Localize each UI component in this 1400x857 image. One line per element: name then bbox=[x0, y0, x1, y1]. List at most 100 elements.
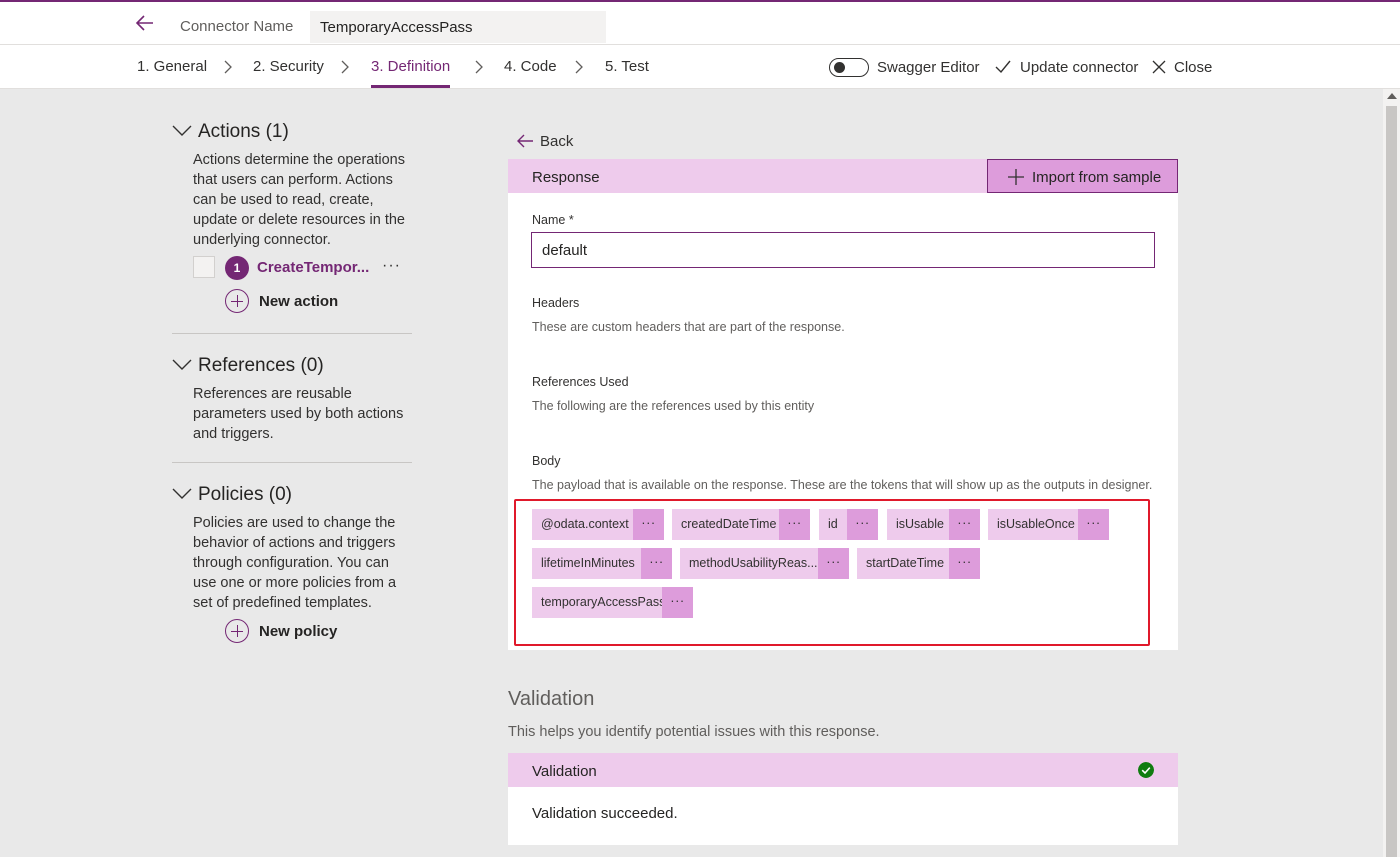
back-arrow-icon[interactable] bbox=[134, 12, 156, 34]
action-select-checkbox[interactable] bbox=[193, 256, 215, 278]
response-card: Response Import from sample Name * Heade… bbox=[508, 159, 1178, 650]
body-token-label: temporaryAccessPass bbox=[541, 595, 666, 609]
checkmark-icon bbox=[995, 60, 1011, 74]
connector-name-label: Connector Name bbox=[180, 18, 294, 35]
body-token[interactable]: startDateTime ··· bbox=[857, 548, 980, 579]
connector-name-input[interactable] bbox=[310, 11, 606, 43]
body-token[interactable]: lifetimeInMinutes ··· bbox=[532, 548, 672, 579]
body-token[interactable]: isUsableOnce ··· bbox=[988, 509, 1109, 540]
body-token[interactable]: createdDateTime ··· bbox=[672, 509, 810, 540]
action-item: 1 CreateTempor... ··· bbox=[193, 256, 413, 282]
plus-icon bbox=[1008, 169, 1024, 185]
back-label: Back bbox=[540, 133, 574, 150]
close-icon bbox=[1152, 60, 1166, 74]
import-from-sample-button[interactable]: Import from sample bbox=[987, 159, 1178, 193]
references-section-header[interactable]: References (0) bbox=[172, 355, 412, 379]
headers-help-text: These are custom headers that are part o… bbox=[532, 320, 845, 334]
new-action-button[interactable]: New action bbox=[225, 289, 345, 315]
validation-heading: Validation bbox=[508, 688, 595, 710]
divider bbox=[172, 333, 412, 334]
chevron-right-icon bbox=[575, 60, 583, 74]
policies-title: Policies (0) bbox=[198, 484, 292, 505]
policies-description: Policies are used to change the behavior… bbox=[193, 515, 397, 611]
validation-message: Validation succeeded. bbox=[532, 805, 678, 822]
update-connector-button[interactable]: Update connector bbox=[995, 57, 1138, 79]
chevron-down-icon bbox=[172, 488, 192, 499]
body-token-label: isUsableOnce bbox=[997, 517, 1075, 531]
divider bbox=[172, 462, 412, 463]
body-help-text: The payload that is available on the res… bbox=[532, 478, 1153, 492]
step-definition[interactable]: 3. Definition bbox=[371, 58, 451, 88]
token-more-button[interactable]: ··· bbox=[818, 548, 849, 579]
references-used-help-text: The following are the references used by… bbox=[532, 399, 815, 413]
new-action-label: New action bbox=[259, 293, 339, 310]
body-token[interactable]: methodUsabilityReas... ··· bbox=[680, 548, 849, 579]
body-token-label: @odata.context bbox=[541, 517, 629, 531]
actions-section-header[interactable]: Actions (1) bbox=[172, 121, 412, 145]
top-bar: Connector Name bbox=[0, 0, 1400, 44]
references-used-label: References Used bbox=[532, 375, 629, 389]
check-circle-icon bbox=[1138, 762, 1154, 778]
page-scrollbar[interactable] bbox=[1383, 89, 1400, 857]
chevron-right-icon bbox=[475, 60, 483, 74]
step-test[interactable]: 5. Test bbox=[605, 58, 649, 75]
close-label: Close bbox=[1174, 59, 1213, 76]
headers-label: Headers bbox=[532, 296, 580, 310]
token-more-button[interactable]: ··· bbox=[641, 548, 672, 579]
swagger-editor-toggle[interactable] bbox=[829, 58, 869, 77]
new-policy-button[interactable]: New policy bbox=[225, 619, 345, 645]
chevron-down-icon bbox=[172, 125, 192, 136]
close-button[interactable]: Close bbox=[1152, 57, 1212, 79]
body-token-label: isUsable bbox=[896, 517, 944, 531]
step-general[interactable]: 1. General bbox=[137, 58, 207, 75]
body-token-label: createdDateTime bbox=[681, 517, 777, 531]
token-more-button[interactable]: ··· bbox=[633, 509, 664, 540]
action-name-link[interactable]: CreateTempor... bbox=[257, 259, 369, 276]
step-security[interactable]: 2. Security bbox=[253, 58, 324, 75]
token-more-button[interactable]: ··· bbox=[779, 509, 810, 540]
validation-card-title: Validation bbox=[532, 763, 597, 780]
swagger-editor-label: Swagger Editor bbox=[877, 59, 980, 76]
body-token-label: methodUsabilityReas... bbox=[689, 556, 818, 570]
add-circle-icon bbox=[225, 289, 249, 313]
references-title: References (0) bbox=[198, 355, 324, 376]
references-section: References (0) References are reusable p… bbox=[172, 355, 412, 445]
new-policy-label: New policy bbox=[259, 623, 338, 640]
token-more-button[interactable]: ··· bbox=[847, 509, 878, 540]
actions-description: Actions determine the operations that us… bbox=[193, 152, 405, 248]
action-more-button[interactable]: ··· bbox=[382, 257, 401, 275]
body-token[interactable]: temporaryAccessPass ··· bbox=[532, 587, 693, 618]
back-arrow-icon bbox=[517, 134, 533, 148]
body-token[interactable]: id ··· bbox=[819, 509, 878, 540]
import-from-sample-label: Import from sample bbox=[1032, 169, 1162, 186]
validation-help-text: This helps you identify potential issues… bbox=[508, 724, 880, 740]
chevron-right-icon bbox=[224, 60, 232, 74]
body-token[interactable]: @odata.context ··· bbox=[532, 509, 664, 540]
add-circle-icon bbox=[225, 619, 249, 643]
token-more-button[interactable]: ··· bbox=[949, 509, 980, 540]
body-label: Body bbox=[532, 454, 561, 468]
response-name-input[interactable] bbox=[531, 232, 1155, 268]
scrollbar-thumb[interactable] bbox=[1386, 106, 1397, 857]
back-link[interactable]: Back bbox=[516, 131, 576, 151]
chevron-down-icon bbox=[172, 359, 192, 370]
references-description: References are reusable parameters used … bbox=[193, 386, 404, 442]
actions-title: Actions (1) bbox=[198, 121, 289, 142]
body-token-label: startDateTime bbox=[866, 556, 945, 570]
policies-section: Policies (0) Policies are used to change… bbox=[172, 484, 412, 614]
body-token[interactable]: isUsable ··· bbox=[887, 509, 980, 540]
validation-card: Validation Validation succeeded. bbox=[508, 753, 1178, 845]
wizard-steps-bar: 1. General 2. Security 3. Definition 4. … bbox=[0, 44, 1400, 89]
validation-card-header: Validation bbox=[508, 753, 1178, 787]
token-more-button[interactable]: ··· bbox=[1078, 509, 1109, 540]
name-field-label: Name * bbox=[532, 213, 574, 227]
toggle-knob bbox=[834, 62, 845, 73]
step-code[interactable]: 4. Code bbox=[504, 58, 557, 75]
response-title: Response bbox=[532, 169, 600, 186]
chevron-right-icon bbox=[341, 60, 349, 74]
body-token-label: id bbox=[828, 517, 838, 531]
scroll-up-arrow-icon[interactable] bbox=[1387, 93, 1397, 99]
policies-section-header[interactable]: Policies (0) bbox=[172, 484, 412, 508]
token-more-button[interactable]: ··· bbox=[662, 587, 693, 618]
token-more-button[interactable]: ··· bbox=[949, 548, 980, 579]
